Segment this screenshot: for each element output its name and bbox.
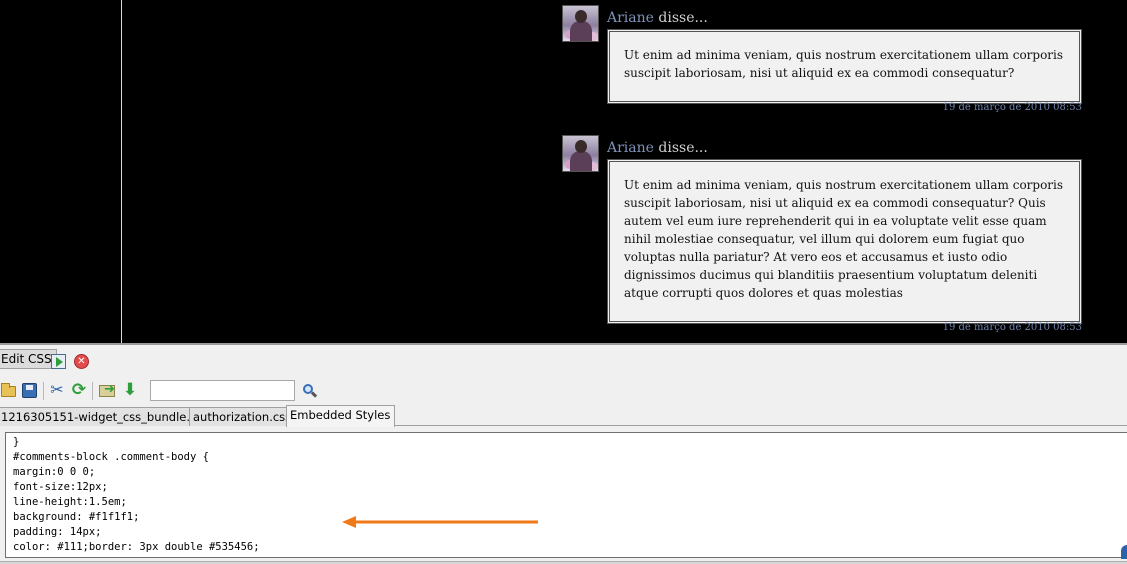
comment-author-link[interactable]: Ariane	[607, 140, 654, 156]
close-icon[interactable]: ✕	[74, 354, 89, 369]
import-icon[interactable]: ➜	[98, 381, 116, 399]
comment-body: Ut enim ad minima veniam, quis nostrum e…	[607, 29, 1082, 104]
open-icon[interactable]	[0, 381, 18, 399]
blog-page: Ariane disse... Ut enim ad minima veniam…	[0, 0, 1127, 343]
search-icon[interactable]	[302, 383, 318, 399]
code-line: }	[13, 436, 20, 448]
edit-css-panel: Edit CSS ✕ ✂ ⟳ ➜ ⬇ 1216305151-widget_css…	[0, 343, 1127, 564]
save-icon[interactable]	[20, 381, 38, 399]
tab-widget-css-bundle[interactable]: 1216305151-widget_css_bundle.css	[0, 407, 214, 426]
panel-titlebar	[0, 349, 1127, 371]
comment-said-label: disse...	[653, 10, 708, 26]
reload-icon[interactable]: ⟳	[70, 381, 88, 399]
toolbar-separator	[43, 382, 44, 400]
comment-timestamp[interactable]: 19 de março de 2010 08:53	[943, 322, 1082, 333]
search-input[interactable]	[150, 380, 295, 401]
css-editor[interactable]: } #comments-block .comment-body { margin…	[5, 432, 1127, 558]
code-line: font-size:12px;	[13, 481, 108, 493]
toolbar: ✂ ⟳ ➜ ⬇	[0, 377, 1127, 401]
column-divider	[121, 0, 122, 343]
cut-icon[interactable]: ✂	[48, 381, 66, 399]
tab-authorization-css[interactable]: authorization.css	[189, 407, 297, 426]
avatar[interactable]	[562, 5, 599, 42]
code-line: margin:0 0 0;	[13, 466, 96, 478]
comment-author-line: Ariane disse...	[607, 140, 708, 156]
comment-timestamp[interactable]: 19 de março de 2010 08:53	[943, 102, 1082, 113]
code-line: #comments-block .comment-body {	[13, 451, 209, 463]
comment-author-line: Ariane disse...	[607, 10, 708, 26]
toolbar-separator	[92, 382, 93, 400]
avatar[interactable]	[562, 135, 599, 172]
code-line: line-height:1.5em;	[13, 496, 127, 508]
comment-author-link[interactable]: Ariane	[607, 10, 654, 26]
annotation-arrow	[342, 516, 538, 528]
tab-embedded-styles[interactable]: Embedded Styles	[286, 405, 396, 427]
file-tab-bar: 1216305151-widget_css_bundle.css authori…	[0, 405, 1127, 427]
panel-title[interactable]: Edit CSS	[0, 349, 57, 369]
code-line: background: #f1f1f1;	[13, 511, 140, 523]
resize-handle[interactable]	[1121, 545, 1127, 559]
comment-said-label: disse...	[653, 140, 708, 156]
run-button[interactable]	[51, 354, 66, 369]
code-line: padding: 14px;	[13, 526, 102, 538]
comment-body: Ut enim ad minima veniam, quis nostrum e…	[607, 159, 1082, 324]
code-line: color: #111;border: 3px double #535456;	[13, 541, 260, 553]
down-arrow-icon[interactable]: ⬇	[121, 381, 139, 399]
